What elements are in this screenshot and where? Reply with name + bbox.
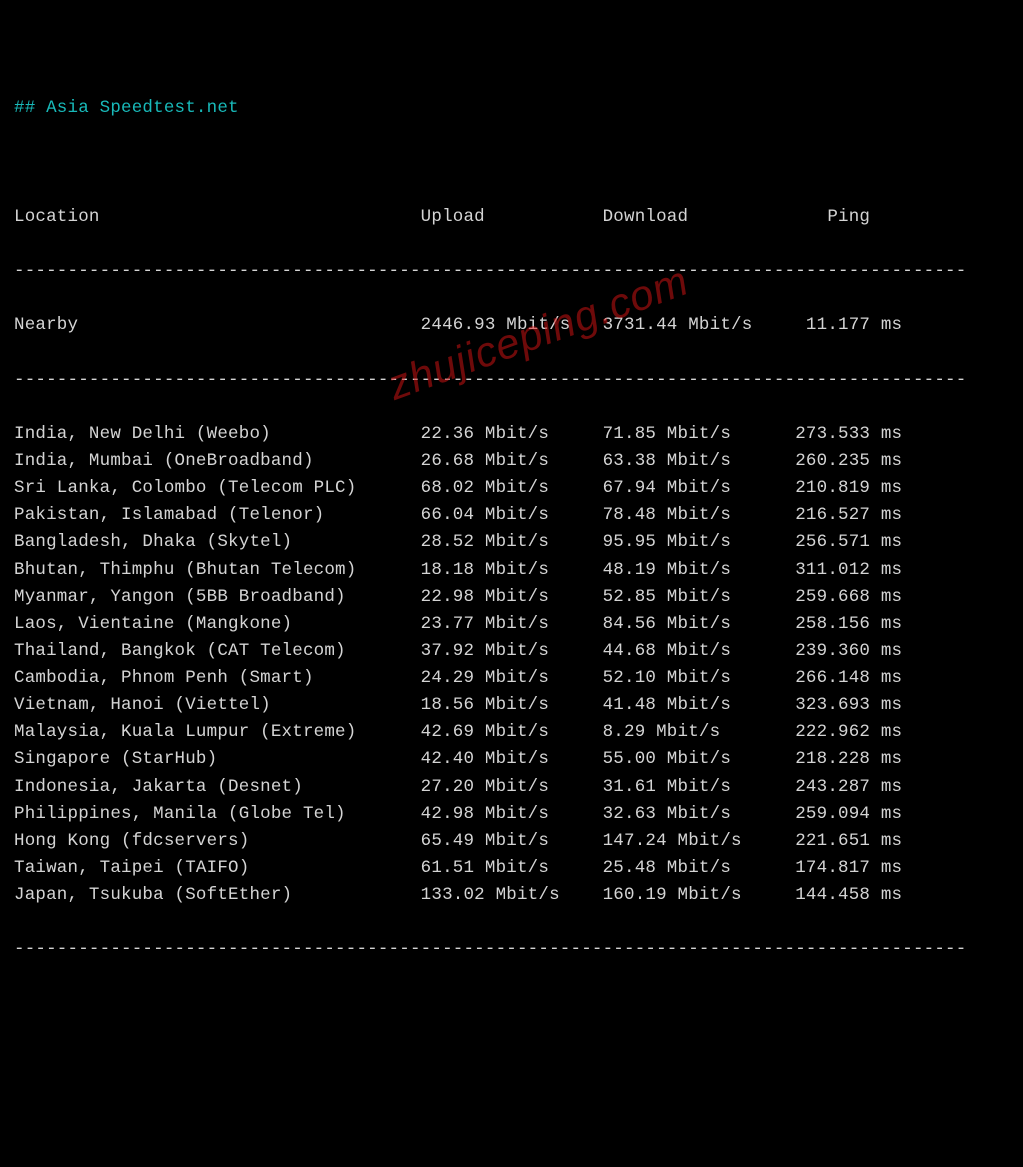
section-title: ## Asia Speedtest.net (14, 95, 1009, 122)
nearby-row: Nearby 2446.93 Mbit/s 3731.44 Mbit/s 11.… (14, 312, 1009, 339)
divider: ----------------------------------------… (14, 367, 1009, 394)
data-rows: India, New Delhi (Weebo) 22.36 Mbit/s 71… (14, 421, 1009, 909)
divider: ----------------------------------------… (14, 936, 1009, 963)
divider: ----------------------------------------… (14, 258, 1009, 285)
blank-line (14, 150, 1009, 177)
column-headers: Location Upload Download Ping (14, 204, 1009, 231)
